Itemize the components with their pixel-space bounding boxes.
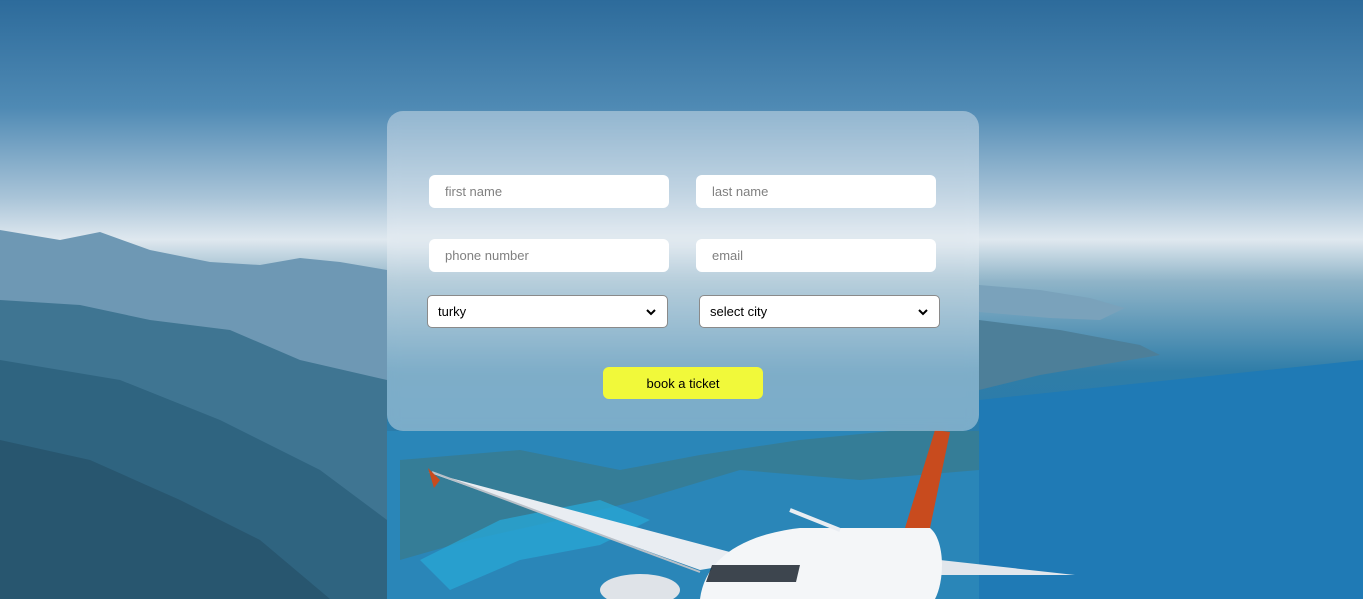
chevron-down-icon [918, 308, 928, 315]
page-background: turky select city book a ticket [0, 0, 1363, 599]
email-input[interactable] [696, 239, 936, 272]
city-select[interactable]: select city [699, 295, 940, 328]
country-select-value: turky [438, 304, 467, 319]
first-name-input[interactable] [429, 175, 669, 208]
last-name-input[interactable] [696, 175, 936, 208]
book-ticket-button[interactable]: book a ticket [603, 367, 763, 399]
phone-number-input[interactable] [429, 239, 669, 272]
country-select[interactable]: turky [427, 295, 668, 328]
booking-form-card: turky select city book a ticket [387, 111, 979, 431]
city-select-value: select city [710, 304, 768, 319]
chevron-down-icon [646, 308, 656, 315]
